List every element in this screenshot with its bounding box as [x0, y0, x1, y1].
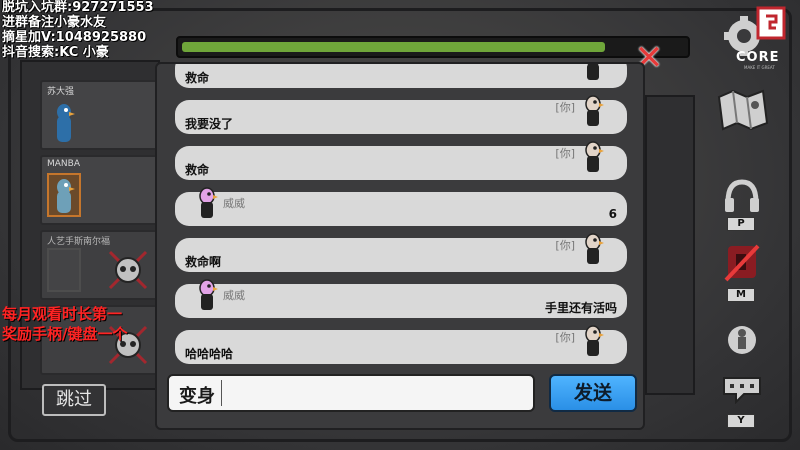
- goose-avatar-icon: [199, 187, 218, 218]
- message-text: 我要没了: [185, 117, 234, 131]
- message-text: 6: [608, 207, 617, 221]
- player-avatar: [47, 173, 81, 217]
- chat-bubble-icon: [723, 377, 761, 405]
- background-room-right: [645, 95, 695, 395]
- self-tag: [你]: [555, 147, 575, 160]
- overlay-line: 摘星加V:1048925880: [2, 30, 147, 45]
- player-card[interactable]: 人艺手斯南尔福: [40, 230, 160, 300]
- goose-avatar-icon: [585, 325, 604, 356]
- input-caret: [221, 380, 222, 406]
- pawn-icon: [728, 326, 756, 354]
- core-logo: CORE MAKE IT GREAT: [722, 6, 798, 70]
- goose-avatar-icon: [585, 95, 604, 126]
- mic-muted-icon: [724, 244, 760, 282]
- message-text: 哈哈哈哈: [185, 347, 234, 361]
- overlay-line: 抖音搜索:KC 小豪: [2, 45, 109, 60]
- chat-message: 威威手里还有活吗: [175, 279, 627, 318]
- message-text: 救命啊: [185, 255, 222, 269]
- mic-mute-button[interactable]: [722, 244, 762, 288]
- player-card[interactable]: MANBA: [40, 155, 160, 225]
- chat-message: [你] 救命: [175, 141, 627, 180]
- emote-button[interactable]: [726, 322, 758, 360]
- skip-button[interactable]: 跳过: [42, 384, 106, 416]
- vote-timer-bar: [176, 36, 690, 58]
- chat-message: [你] 我要没了: [175, 95, 627, 134]
- goose-avatar-icon: [199, 279, 218, 310]
- key-badge-y: Y: [727, 414, 755, 428]
- chat-input-value: 变身: [179, 386, 215, 407]
- promo-line: 每月观看时长第一: [2, 305, 123, 323]
- sender-name: 威威: [223, 197, 245, 210]
- overlay-line: 脱坑入坑群:927271553: [2, 0, 154, 15]
- vote-timer-fill: [182, 42, 605, 52]
- voice-button[interactable]: [722, 178, 762, 220]
- goose-avatar-icon: [585, 233, 604, 264]
- key-badge-p: P: [727, 217, 755, 231]
- dead-skull-icon: [108, 250, 148, 290]
- overlay-line: 进群备注小豪水友: [2, 15, 107, 30]
- logo-subtext: MAKE IT GREAT: [744, 65, 775, 70]
- stream-overlay-info: 脱坑入坑群:927271553 进群备注小豪水友 摘星加V:1048925880…: [2, 0, 154, 60]
- stream-overlay-promo: 每月观看时长第一 奖励手柄/键盘一个: [2, 304, 127, 344]
- message-text: 手里还有活吗: [544, 301, 617, 315]
- chat-message: 救命: [175, 64, 627, 88]
- player-avatar: [47, 98, 81, 142]
- self-tag: [你]: [555, 331, 575, 344]
- promo-line: 奖励手柄/键盘一个: [2, 325, 128, 343]
- goose-icon: [57, 104, 75, 142]
- key-badge-m: M: [727, 288, 755, 302]
- self-tag: [你]: [555, 239, 575, 252]
- player-name: 苏大强: [47, 87, 75, 97]
- send-button[interactable]: 发送: [549, 374, 637, 412]
- message-text: 救命: [185, 71, 210, 85]
- sender-name: 威威: [223, 289, 245, 302]
- player-avatar: [47, 248, 81, 292]
- player-name: 人艺手斯南尔福: [47, 237, 111, 247]
- headphones-icon: [725, 179, 759, 212]
- map-icon: [717, 89, 769, 131]
- goose-avatar-icon: [587, 64, 599, 80]
- goose-avatar-icon: [585, 141, 604, 172]
- logo-text: CORE: [736, 50, 780, 65]
- chat-message: [你] 救命啊: [175, 233, 627, 272]
- chat-message-list[interactable]: 救命 [你] 我要没了 [你] 救命 威威 6 [你] 救命啊 威威 手里还有活吗 [你] 哈哈哈哈: [175, 64, 629, 364]
- chat-toggle-button[interactable]: [722, 374, 762, 408]
- chat-panel: 救命 [你] 我要没了 [你] 救命 威威 6 [你] 救命啊 威威 手里还有活吗 [你] 哈哈哈哈 变…: [155, 62, 645, 430]
- map-button[interactable]: [715, 85, 771, 139]
- goose-icon: [57, 179, 75, 213]
- chat-message: [你] 哈哈哈哈: [175, 325, 627, 364]
- self-tag: [你]: [555, 101, 575, 114]
- player-name: MANBA: [47, 159, 80, 169]
- chat-input[interactable]: 变身: [167, 374, 535, 412]
- player-card[interactable]: 苏大强: [40, 80, 160, 150]
- chat-message: 威威 6: [175, 187, 627, 226]
- message-text: 救命: [185, 163, 210, 177]
